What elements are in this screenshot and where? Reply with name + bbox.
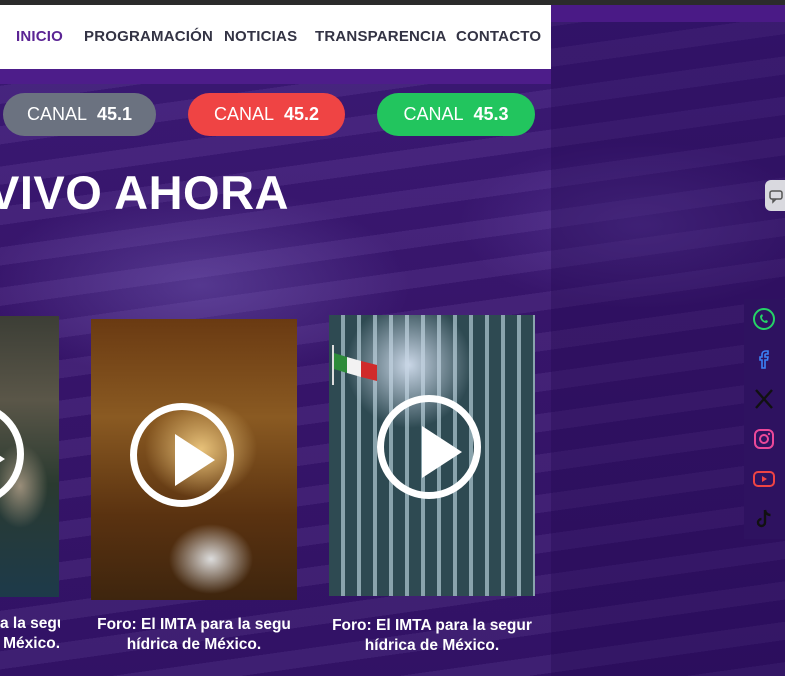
video-card[interactable]	[91, 319, 297, 600]
chat-icon	[769, 189, 783, 204]
nav-divider	[0, 69, 551, 84]
nav-noticias[interactable]: NOTICIAS	[224, 28, 297, 45]
accessibility-toggle[interactable]	[765, 180, 785, 211]
channel-button-45-2[interactable]: CANAL 45.2	[188, 93, 345, 136]
video-card[interactable]	[0, 316, 59, 597]
video-caption: a la segu México.	[0, 615, 60, 652]
instagram-icon[interactable]	[752, 427, 776, 451]
play-icon[interactable]	[130, 403, 234, 507]
main-nav: INICIO PROGRAMACIÓN NOTICIAS TRANSPARENC…	[0, 5, 551, 69]
video-card[interactable]	[329, 315, 535, 596]
play-icon[interactable]	[377, 395, 481, 499]
nav-transparencia[interactable]: TRANSPARENCIA	[315, 28, 447, 45]
channel-label: CANAL	[403, 104, 464, 124]
nav-contacto[interactable]: CONTACTO	[456, 28, 541, 45]
live-heading: VIVO AHORA	[0, 166, 289, 219]
channel-label: CANAL	[213, 104, 274, 124]
nav-inicio[interactable]: INICIO	[16, 28, 63, 45]
channel-button-45-3[interactable]: CANAL 45.3	[377, 93, 535, 136]
play-icon	[0, 402, 24, 506]
channel-button-45-1[interactable]: CANAL 45.1	[3, 93, 156, 136]
channel-number: 45.3	[473, 104, 509, 124]
channel-number: 45.1	[96, 104, 133, 124]
facebook-icon[interactable]	[752, 347, 776, 371]
tiktok-icon[interactable]	[752, 507, 776, 531]
youtube-icon[interactable]	[752, 467, 776, 491]
whatsapp-icon[interactable]	[752, 307, 776, 331]
channel-label: CANAL	[26, 104, 87, 124]
video-caption: Foro: El IMTA para la segur hídrica de M…	[332, 617, 532, 654]
video-caption: Foro: El IMTA para la segu hídrica de Mé…	[97, 616, 291, 653]
header-strip	[551, 5, 785, 22]
x-icon[interactable]	[752, 387, 776, 411]
channel-number: 45.2	[283, 104, 320, 124]
nav-programacion[interactable]: PROGRAMACIÓN	[84, 28, 213, 45]
social-bar	[744, 299, 785, 539]
mexico-flag-image	[332, 345, 377, 385]
